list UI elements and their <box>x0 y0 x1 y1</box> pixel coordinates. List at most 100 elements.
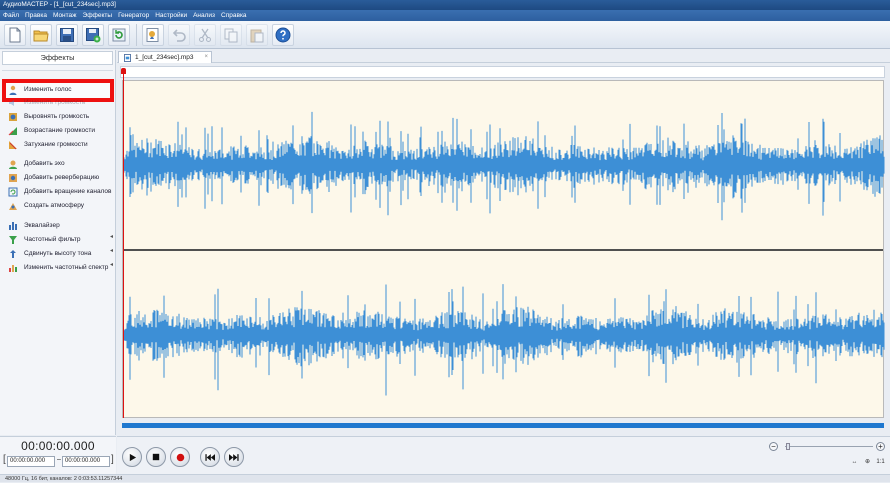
waveform-area[interactable] <box>122 80 885 418</box>
paste-icon <box>250 29 264 42</box>
paste-button[interactable] <box>246 23 268 46</box>
save-button[interactable] <box>56 23 78 46</box>
copy-button[interactable] <box>220 23 242 46</box>
fast-forward-button[interactable] <box>224 447 244 467</box>
filter-icon <box>9 235 17 244</box>
effect-label: Возрастание громкости <box>24 127 95 134</box>
effect-pitch-shift[interactable]: Сдвинуть высоту тона <box>8 248 91 259</box>
time-display: 00:00:00.000 [ 00:00:00.000 – 00:00:00.0… <box>0 436 116 474</box>
pitch-icon <box>10 249 16 258</box>
effect-label: Изменить частотный спектр <box>24 264 109 271</box>
fit-width-icon[interactable]: ↔ <box>850 458 859 466</box>
effect-change-volume[interactable]: Изменить громкость <box>8 97 85 108</box>
fit-selection-icon[interactable]: ⊕ <box>863 458 872 466</box>
effect-label: Создать атмосферу <box>24 202 85 209</box>
channel-waveform <box>123 284 885 396</box>
effect-rotate-channels[interactable]: Добавить вращение каналов <box>8 186 112 197</box>
menu-montage[interactable]: Монтаж <box>53 10 77 21</box>
menu-analysis[interactable]: Анализ <box>193 10 215 21</box>
effect-label: Эквалайзер <box>24 222 60 229</box>
record-voice-icon <box>146 27 159 42</box>
channel-waveform <box>123 111 885 221</box>
window-title-bar: АудиоМАСТЕР - [1_[cut_234sec].mp3] <box>0 0 890 10</box>
effect-change-voice[interactable]: Изменить голос <box>8 84 72 95</box>
zoom-out-button[interactable]: − <box>769 442 778 451</box>
effect-fade-out[interactable]: Затухание громкости <box>8 139 88 150</box>
effect-label: Изменить голос <box>24 86 72 93</box>
menu-bar: Файл Правка Монтаж Эффекты Генератор Нас… <box>0 10 890 21</box>
effect-frequency-filter[interactable]: Частотный фильтр <box>8 234 81 245</box>
undo-button[interactable] <box>168 23 190 46</box>
menu-effects[interactable]: Эффекты <box>83 10 113 21</box>
rewind-button[interactable] <box>200 447 220 467</box>
play-icon <box>129 453 136 461</box>
effect-normalize[interactable]: Выровнять громкость <box>8 111 89 122</box>
save-icon <box>60 27 74 42</box>
effect-fade-in[interactable]: Возрастание громкости <box>8 125 95 136</box>
selection-end-field[interactable]: 00:00:00.000 <box>62 456 110 467</box>
menu-help[interactable]: Справка <box>221 10 247 21</box>
effect-label: Сдвинуть высоту тона <box>24 250 92 257</box>
toolbar <box>0 21 890 49</box>
menu-generator[interactable]: Генератор <box>118 10 149 21</box>
save-as-button[interactable] <box>82 23 104 46</box>
playhead-marker[interactable] <box>121 68 126 74</box>
cut-button[interactable] <box>194 23 216 46</box>
play-button[interactable] <box>122 447 142 467</box>
record-voice-button[interactable] <box>142 23 164 46</box>
effect-label: Добавить реверберацию <box>24 174 100 181</box>
open-folder-icon <box>33 30 49 41</box>
voice-icon <box>9 85 17 95</box>
menu-file[interactable]: Файл <box>3 10 19 21</box>
chevron-left-icon[interactable]: ◂ <box>110 247 113 254</box>
horizontal-scrollbar[interactable] <box>122 423 884 428</box>
effect-label: Изменить громкость <box>24 99 86 106</box>
help-button[interactable] <box>272 23 294 46</box>
actual-size-icon[interactable]: 1:1 <box>876 458 885 466</box>
record-icon <box>176 453 184 461</box>
stop-button[interactable] <box>146 447 166 467</box>
cut-icon <box>199 28 211 42</box>
fade-out-icon <box>9 140 17 149</box>
stop-icon <box>152 453 160 461</box>
refresh-button[interactable] <box>108 23 130 46</box>
effects-panel-divider <box>2 66 113 71</box>
refresh-icon <box>112 28 126 41</box>
reverb-icon <box>9 173 17 182</box>
copy-icon <box>224 28 238 42</box>
close-icon[interactable]: × <box>204 52 208 63</box>
menu-edit[interactable]: Правка <box>25 10 47 21</box>
selection-start-field[interactable]: 00:00:00.000 <box>7 456 55 467</box>
toolbar-separator <box>136 23 137 46</box>
open-button[interactable] <box>30 23 52 46</box>
zoom-in-button[interactable]: + <box>876 442 885 451</box>
effects-panel-header: Эффекты <box>2 51 113 65</box>
new-file-icon <box>9 27 21 42</box>
status-text: 48000 Гц, 16 бит, каналов: 2 0:03:53.112… <box>5 476 123 482</box>
chevron-left-icon[interactable]: ◂ <box>110 233 113 240</box>
new-file-button[interactable] <box>4 23 26 46</box>
fast-forward-icon <box>229 453 239 461</box>
timeline-ruler[interactable] <box>120 66 885 78</box>
playhead-line[interactable] <box>123 70 124 418</box>
undo-icon <box>172 28 186 42</box>
selection-bracket-right: ] <box>111 454 114 465</box>
effect-atmosphere[interactable]: Создать атмосферу <box>8 200 84 211</box>
rewind-icon <box>205 453 215 461</box>
zoom-slider-thumb[interactable] <box>785 443 790 450</box>
effect-label: Добавить вращение каналов <box>24 188 112 195</box>
level-icon <box>9 112 17 121</box>
rotate-channels-icon <box>8 187 18 196</box>
record-button[interactable] <box>170 447 190 467</box>
effect-spectrum[interactable]: Изменить частотный спектр <box>8 262 108 273</box>
effect-echo[interactable]: Добавить эхо <box>8 158 65 169</box>
menu-settings[interactable]: Настройки <box>155 10 187 21</box>
spectrum-icon <box>9 264 17 272</box>
echo-icon <box>9 160 17 169</box>
document-tab[interactable]: 1_[cut_234sec].mp3 × <box>118 51 212 63</box>
zoom-slider-track[interactable] <box>785 446 873 447</box>
effect-reverb[interactable]: Добавить реверберацию <box>8 172 99 183</box>
chevron-left-icon[interactable]: ◂ <box>110 261 113 268</box>
effect-equalizer[interactable]: Эквалайзер <box>8 220 60 231</box>
selection-bracket-left: [ <box>3 454 6 465</box>
